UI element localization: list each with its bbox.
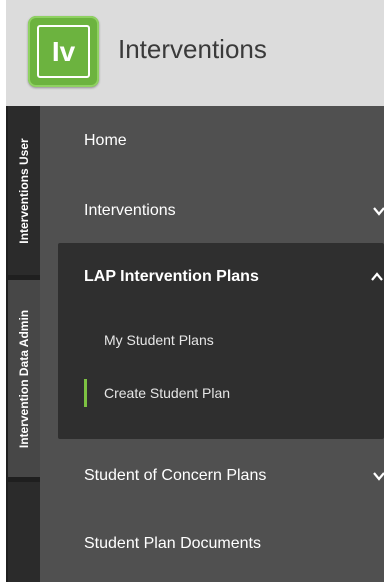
sidebar-item-student-plan-documents[interactable]: Student Plan Documents [40, 516, 384, 572]
rail-tab-interventions-user[interactable]: Interventions User [8, 106, 40, 275]
rail-tab-intervention-data-admin[interactable]: Intervention Data Admin [8, 280, 40, 477]
sidebar-item-interventions[interactable]: Interventions [40, 183, 384, 239]
app-title: Interventions [118, 34, 267, 64]
logo-text: Iv [51, 35, 76, 67]
sidebar-subitem-my-student-plans[interactable]: My Student Plans [58, 320, 384, 360]
sidebar-item-label: Student of Concern Plans [84, 467, 267, 484]
rail-tab-label: Interventions User [17, 137, 31, 244]
sidebar-item-label: Interventions [84, 202, 176, 219]
rail-tab-label: Intervention Data Admin [17, 309, 31, 448]
sidebar-item-label: Home [84, 132, 127, 149]
chevron-down-icon [373, 472, 384, 481]
sidebar-item-lap-intervention-plans[interactable]: LAP Intervention Plans [84, 268, 259, 286]
chevron-down-icon [373, 207, 384, 216]
app-header: Iv Interventions [6, 0, 384, 107]
sidebar-item-student-of-concern-plans[interactable]: Student of Concern Plans [40, 448, 384, 504]
sidebar-item-home[interactable]: Home [40, 113, 384, 169]
app-frame: Iv Interventions Interventions User Inte… [6, 0, 384, 582]
sidebar-item-label: Student Plan Documents [84, 535, 261, 552]
sidebar-subitem-create-student-plan[interactable]: Create Student Plan [58, 373, 384, 413]
sidebar-menu: Home Interventions LAP Intervention Plan… [40, 106, 384, 582]
logo-mark: Iv [37, 25, 90, 78]
active-indicator [84, 379, 87, 407]
role-rail: Interventions User Intervention Data Adm… [6, 106, 40, 582]
sidebar-section-lap-intervention-plans: LAP Intervention Plans My Student Plans … [58, 243, 384, 439]
app-logo[interactable]: Iv [28, 16, 99, 87]
chevron-up-icon[interactable] [370, 270, 384, 284]
sidebar-subitem-label: My Student Plans [104, 332, 214, 348]
rail-tab-extra[interactable] [8, 482, 40, 582]
sidebar-subitem-label: Create Student Plan [104, 385, 231, 401]
